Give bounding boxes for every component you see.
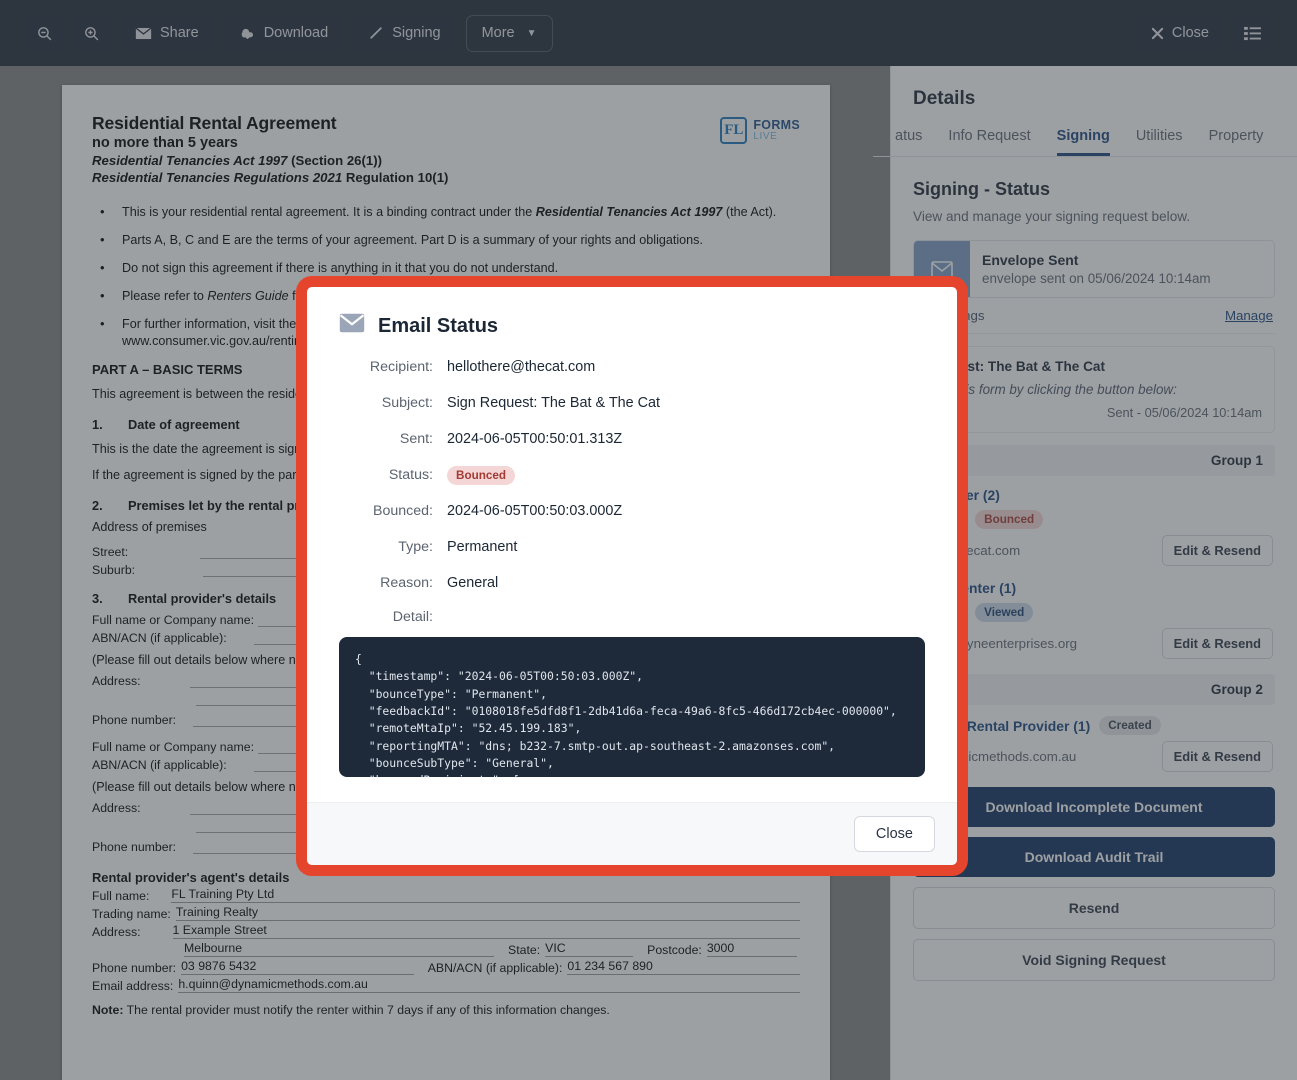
field-label: Bounced: [373, 503, 433, 519]
field-value: 2024-06-05T00:50:03.000Z [447, 503, 623, 519]
field-label: Status: [388, 467, 433, 483]
email-status-dialog: Email Status Recipient: hellothere@theca… [307, 287, 957, 865]
dialog-title: Email Status [378, 314, 499, 337]
app-root: Share Download Signing More ▼ [0, 0, 1297, 1080]
field-value: Sign Request: The Bat & The Cat [447, 395, 661, 411]
field-value: General [447, 575, 499, 591]
field-label: Subject: [381, 395, 433, 411]
email-status-dialog-highlight: Email Status Recipient: hellothere@theca… [296, 276, 968, 876]
field-status: Status: Bounced [339, 466, 925, 485]
field-label: Detail: [392, 609, 433, 625]
field-type: Type: Permanent [339, 539, 925, 555]
field-value: 2024-06-05T00:50:01.313Z [447, 431, 623, 447]
dialog-footer: Close [307, 802, 957, 865]
field-reason: Reason: General [339, 575, 925, 591]
field-label: Recipient: [369, 359, 433, 375]
detail-json-block[interactable]: { "timestamp": "2024-06-05T00:50:03.000Z… [339, 637, 925, 777]
field-label: Sent: [399, 431, 433, 447]
field-detail: Detail: [339, 609, 925, 625]
field-label: Type: [398, 539, 433, 555]
field-bounced: Bounced: 2024-06-05T00:50:03.000Z [339, 503, 925, 519]
field-recipient: Recipient: hellothere@thecat.com [339, 359, 925, 375]
dialog-body: Email Status Recipient: hellothere@theca… [307, 287, 957, 802]
field-subject: Subject: Sign Request: The Bat & The Cat [339, 395, 925, 411]
status-badge: Bounced [447, 466, 515, 485]
dialog-close-button[interactable]: Close [853, 816, 935, 852]
field-value: Permanent [447, 539, 518, 555]
envelope-icon [339, 313, 365, 339]
dialog-title-row: Email Status [339, 313, 925, 339]
detail-json-text: { "timestamp": "2024-06-05T00:50:03.000Z… [355, 652, 897, 777]
field-value: hellothere@thecat.com [447, 359, 596, 375]
field-sent: Sent: 2024-06-05T00:50:01.313Z [339, 431, 925, 447]
field-label: Reason: [380, 575, 433, 591]
